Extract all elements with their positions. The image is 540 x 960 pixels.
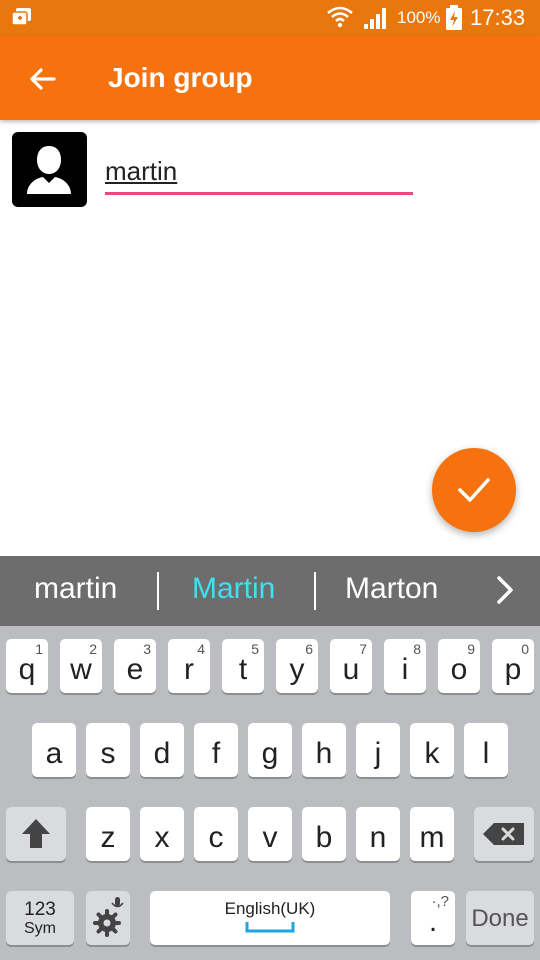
key-label: r — [184, 653, 194, 686]
shift-icon — [22, 819, 50, 848]
key-label: s — [100, 737, 116, 770]
app-bar: Join group — [0, 36, 540, 120]
key-label: e — [126, 653, 144, 686]
key-v[interactable]: v — [248, 807, 292, 861]
suggestion-strip: martin Martin Marton — [0, 556, 540, 626]
key-label: Done — [471, 905, 529, 932]
key-s[interactable]: s — [86, 723, 130, 777]
signal-icon — [364, 8, 386, 29]
status-time: 17:33 — [470, 5, 526, 30]
key-n[interactable]: n — [356, 807, 400, 861]
key-z[interactable]: z — [86, 807, 130, 861]
backspace-key[interactable] — [474, 807, 534, 861]
key-label: h — [315, 737, 333, 770]
check-icon — [458, 478, 490, 502]
confirm-button[interactable] — [432, 448, 516, 532]
settings-mic-icon — [93, 897, 124, 937]
done-key[interactable]: Done — [466, 891, 534, 945]
shift-key[interactable] — [6, 807, 66, 861]
punctuation-key[interactable]: ·,? . — [411, 891, 455, 945]
key-label: v — [262, 821, 278, 854]
avatar-placeholder-icon — [27, 146, 71, 194]
key-label: m — [419, 821, 445, 854]
wifi-icon — [327, 6, 353, 28]
key-c[interactable]: c — [194, 807, 238, 861]
battery-charging-icon — [446, 5, 462, 30]
key-label: o — [450, 653, 468, 686]
key-d[interactable]: d — [140, 723, 184, 777]
key-label: 123 — [24, 899, 56, 920]
key-j[interactable]: j — [356, 723, 400, 777]
keyboard: 1q 2w 3e 4r 5t 6y 7u 8i 9o 0p a s d f g … — [0, 626, 540, 960]
key-label: u — [342, 653, 360, 686]
key-x[interactable]: x — [140, 807, 184, 861]
key-label: z — [100, 821, 116, 854]
key-label: q — [18, 653, 36, 686]
avatar[interactable] — [12, 132, 87, 207]
chevron-right-icon[interactable] — [492, 574, 518, 606]
key-u[interactable]: 7u — [330, 639, 372, 693]
key-h[interactable]: h — [302, 723, 346, 777]
space-key[interactable]: English(UK) — [150, 891, 390, 945]
key-label: x — [154, 821, 170, 854]
key-o[interactable]: 9o — [438, 639, 480, 693]
symbols-key[interactable]: 123 Sym — [6, 891, 74, 945]
key-label: g — [261, 737, 279, 770]
divider — [157, 572, 159, 610]
key-label: i — [401, 653, 409, 686]
divider — [314, 572, 316, 610]
key-r[interactable]: 4r — [168, 639, 210, 693]
key-q[interactable]: 1q — [6, 639, 48, 693]
backspace-icon — [483, 823, 524, 845]
key-label: b — [315, 821, 333, 854]
key-a[interactable]: a — [32, 723, 76, 777]
key-label: n — [369, 821, 387, 854]
notification-icon — [12, 8, 31, 26]
page-title: Join group — [108, 62, 253, 93]
key-label: Sym — [24, 920, 56, 937]
suggestion-item[interactable]: martin — [34, 572, 117, 606]
back-arrow-icon[interactable] — [28, 64, 58, 94]
key-label: . — [428, 905, 438, 938]
key-e[interactable]: 3e — [114, 639, 156, 693]
key-y[interactable]: 6y — [276, 639, 318, 693]
key-m[interactable]: m — [410, 807, 454, 861]
key-label: c — [208, 821, 224, 854]
key-label: d — [153, 737, 171, 770]
key-g[interactable]: g — [248, 723, 292, 777]
key-label: l — [482, 737, 490, 770]
key-label: p — [504, 653, 522, 686]
key-label: y — [289, 653, 305, 686]
key-b[interactable]: b — [302, 807, 346, 861]
key-i[interactable]: 8i — [384, 639, 426, 693]
suggestion-item[interactable]: Martin — [192, 572, 275, 606]
key-label: a — [45, 737, 63, 770]
battery-percentage: 100% — [397, 8, 441, 27]
name-input[interactable] — [105, 150, 413, 195]
key-label: k — [424, 737, 440, 770]
key-label: t — [238, 653, 248, 686]
key-l[interactable]: l — [464, 723, 508, 777]
key-label: English(UK) — [224, 899, 316, 918]
key-label: j — [374, 737, 382, 770]
space-indicator — [245, 922, 295, 933]
suggestion-item[interactable]: Marton — [345, 572, 438, 606]
key-p[interactable]: 0p — [492, 639, 534, 693]
settings-mic-key[interactable] — [86, 891, 130, 945]
status-bar: 100% 17:33 — [0, 0, 540, 36]
key-f[interactable]: f — [194, 723, 238, 777]
key-w[interactable]: 2w — [60, 639, 102, 693]
key-t[interactable]: 5t — [222, 639, 264, 693]
key-label: w — [70, 653, 92, 686]
key-k[interactable]: k — [410, 723, 454, 777]
key-label: f — [211, 737, 221, 770]
